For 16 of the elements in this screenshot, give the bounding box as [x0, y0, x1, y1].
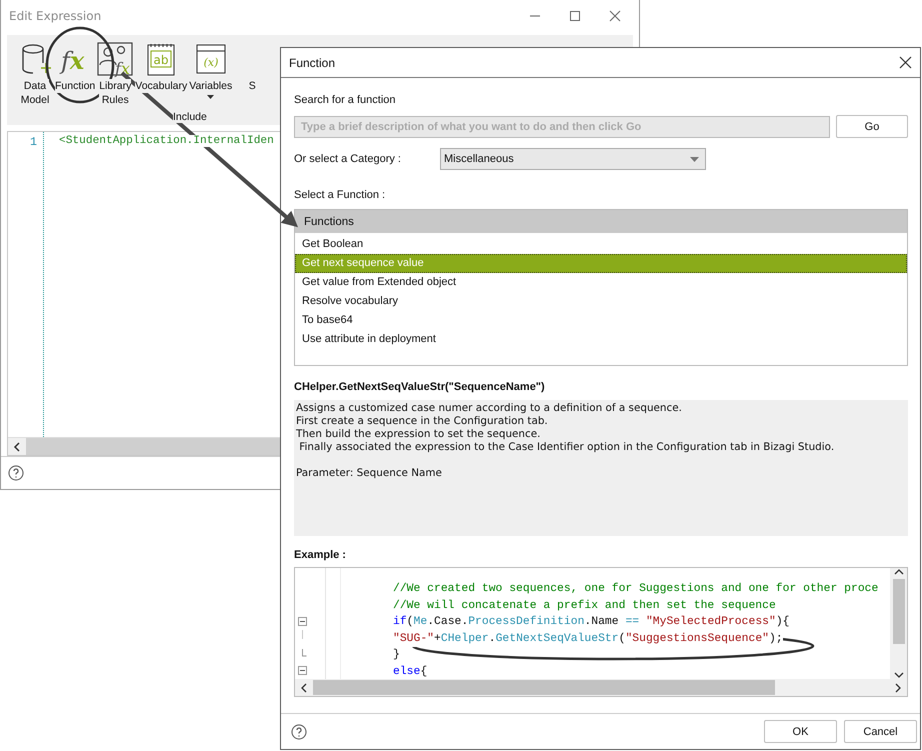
list-header: Functions: [295, 210, 907, 233]
toolbar-label: Vocabulary: [135, 78, 188, 93]
function-description: Assigns a customized case numer according to a definition of a sequence. First create a sequence in the Configuration tab. Then build the expression to set the sequence. Finally associated the expression to the Case Identifier option in the Configuration tab in Bizagi Studio.: [296, 402, 836, 454]
field-label: Example :: [294, 549, 347, 561]
field-label: Select a Function :: [294, 189, 386, 201]
dialog-title: Function: [289, 56, 336, 70]
function-signature: CHelper.GetNextSeqValueStr("SequenceName"): [294, 381, 546, 393]
people-function-icon: fx: [97, 40, 134, 77]
toolbar-label: Function: [55, 78, 96, 93]
line-number: 1: [28, 134, 37, 149]
field-label: Or select a Category :: [294, 153, 402, 165]
window-title: Edit Expression: [9, 9, 102, 24]
group-label: Include: [173, 110, 207, 123]
field-label: Search for a function: [294, 94, 397, 106]
parameter-text: Parameter: Sequence Name: [296, 467, 443, 480]
function-icon: fx: [57, 40, 94, 77]
